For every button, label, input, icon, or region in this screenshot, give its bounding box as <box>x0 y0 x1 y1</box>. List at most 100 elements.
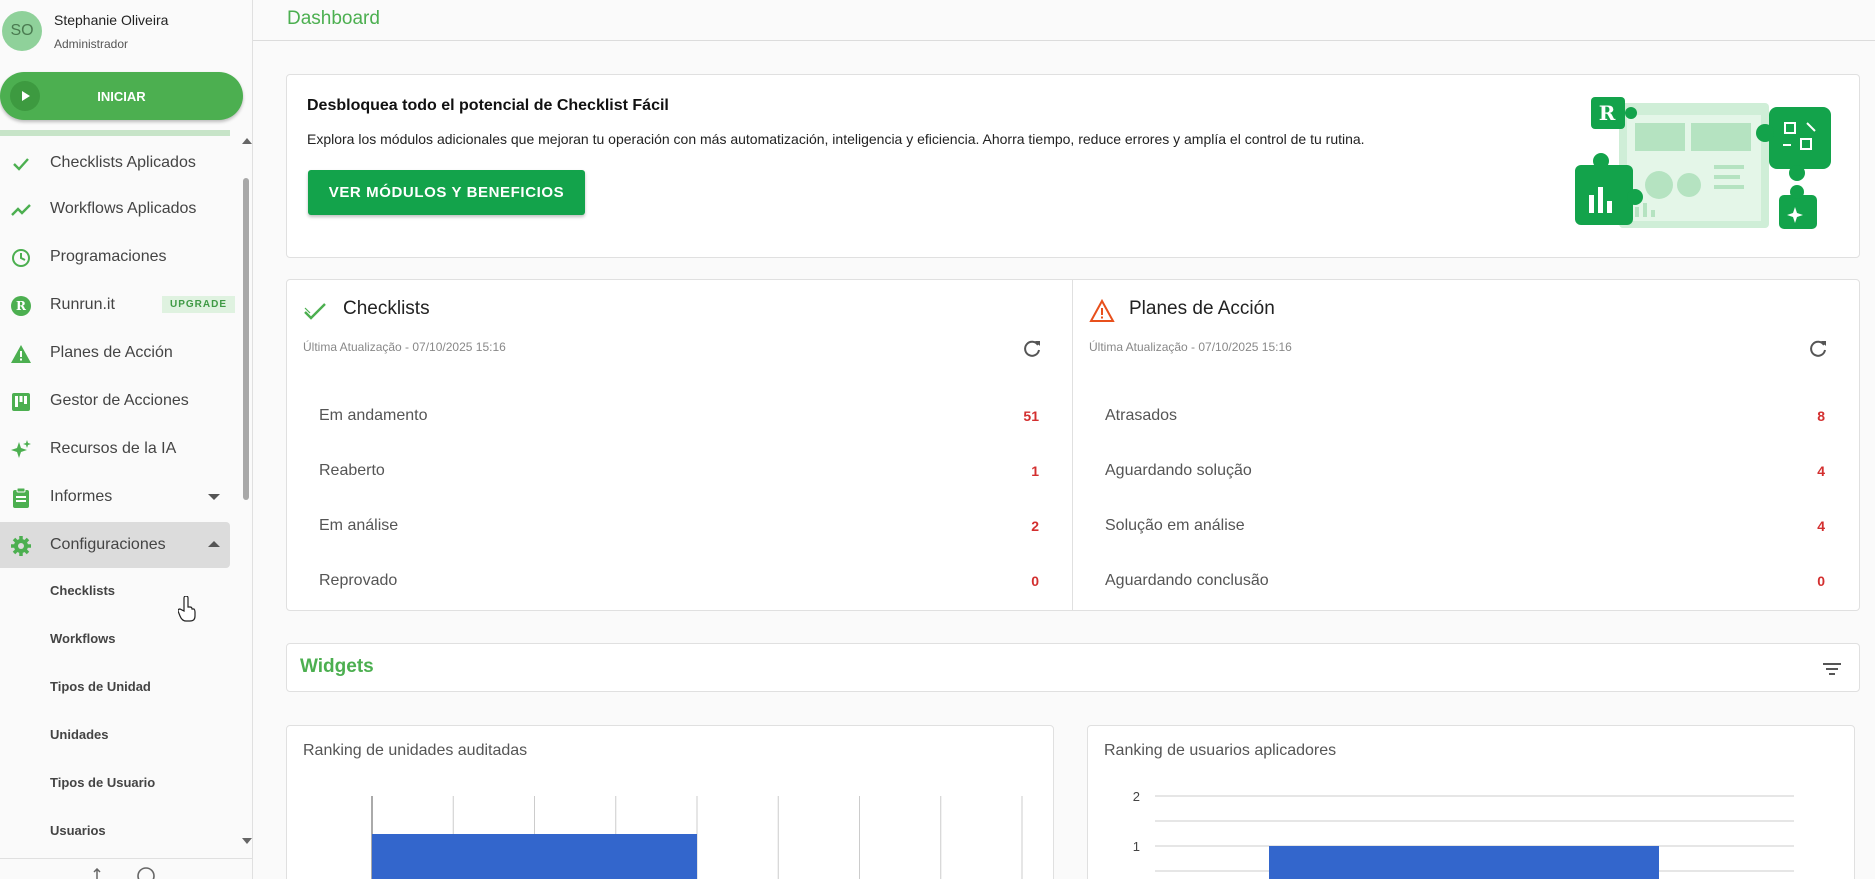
checklist-status-row[interactable]: Em análise 2 <box>319 507 1039 547</box>
users-ranking-svg: 21 <box>1133 789 1794 879</box>
status-label: Solução em análise <box>1105 517 1245 534</box>
promo-title: Desbloquea todo el potencial de Checklis… <box>307 97 669 114</box>
hand-cursor-icon <box>178 596 196 622</box>
avatar[interactable]: SO <box>2 11 42 51</box>
runrun-logo-icon: R <box>10 295 32 317</box>
sort-icon[interactable] <box>90 868 104 879</box>
units-ranking-svg <box>371 796 1023 879</box>
action-plan-status-row[interactable]: Aguardando conclusão 0 <box>1105 562 1825 602</box>
status-count: 2 <box>1031 518 1039 534</box>
sidebar: SO Stephanie Oliveira Administrador INIC… <box>0 0 253 879</box>
last-update-text: Última Atualização - 07/10/2025 15:16 <box>1089 340 1292 354</box>
sidebar-item-label: Informes <box>50 488 113 505</box>
status-overview: Checklists Última Atualização - 07/10/20… <box>286 279 1860 611</box>
action-plan-status-row[interactable]: Solução em análise 4 <box>1105 507 1825 547</box>
sidebar-item-runrun[interactable]: R Runrun.it UPGRADE <box>0 282 236 328</box>
action-plan-status-row[interactable]: Atrasados 8 <box>1105 397 1825 437</box>
view-modules-button[interactable]: VER MÓDULOS Y BENEFICIOS <box>308 170 585 215</box>
gear-icon <box>10 535 32 557</box>
check-icon <box>10 153 32 175</box>
widgets-header: Widgets <box>286 643 1860 692</box>
status-count: 4 <box>1817 518 1825 534</box>
checklists-panel-title: Checklists <box>343 298 430 319</box>
action-plans-panel: Planes de Acción Última Atualização - 07… <box>1072 280 1857 610</box>
trend-line-icon <box>10 199 32 221</box>
bar <box>372 834 697 879</box>
y-tick-label: 1 <box>1133 839 1140 854</box>
sparkle-icon <box>10 439 32 461</box>
status-label: Aguardando conclusão <box>1105 572 1269 589</box>
status-label: Reaberto <box>319 462 385 479</box>
chevron-up-icon[interactable] <box>208 541 220 547</box>
start-button[interactable]: INICIAR <box>0 72 243 120</box>
sub-item-workflows[interactable]: Workflows <box>50 631 116 646</box>
filter-icon[interactable] <box>1822 659 1842 679</box>
modules-illustration: R <box>1575 97 1831 229</box>
status-count: 8 <box>1817 408 1825 424</box>
clipboard-icon <box>10 487 32 509</box>
upgrade-badge[interactable]: UPGRADE <box>162 296 236 313</box>
kanban-icon <box>10 391 32 413</box>
promo-banner: Desbloquea todo el potencial de Checklis… <box>286 74 1860 258</box>
sidebar-item-label: Planes de Acción <box>50 344 173 361</box>
sidebar-item-checklists-aplicados[interactable]: Checklists Aplicados <box>0 140 230 186</box>
sub-item-tipos-de-usuario[interactable]: Tipos de Usuario <box>50 775 155 790</box>
action-plans-panel-title: Planes de Acción <box>1129 298 1275 319</box>
status-label: Reprovado <box>319 572 398 589</box>
sub-item-usuarios[interactable]: Usuarios <box>50 823 106 838</box>
scrollbar-thumb[interactable] <box>243 178 249 500</box>
sidebar-item-label: Recursos de la IA <box>50 440 177 457</box>
users-ranking-chart: Ranking de usuarios aplicadores 21 <box>1087 725 1855 879</box>
sidebar-item-programaciones[interactable]: Programaciones <box>0 234 230 280</box>
user-profile[interactable]: SO Stephanie Oliveira Administrador <box>0 0 252 60</box>
sub-item-checklists[interactable]: Checklists <box>50 583 115 598</box>
sub-item-tipos-de-unidad[interactable]: Tipos de Unidad <box>50 679 151 694</box>
checklist-status-row[interactable]: Reprovado 0 <box>319 562 1039 602</box>
sidebar-item-gestor-de-acciones[interactable]: Gestor de Acciones <box>0 378 230 424</box>
sidebar-footer <box>0 858 252 879</box>
chevron-down-icon[interactable] <box>208 494 220 500</box>
sidebar-item-informes[interactable]: Informes <box>0 474 230 520</box>
status-count: 4 <box>1817 463 1825 479</box>
sidebar-item-recursos-ia[interactable]: Recursos de la IA <box>0 426 230 472</box>
action-plan-status-row[interactable]: Aguardando solução 4 <box>1105 452 1825 492</box>
status-label: Em análise <box>319 517 399 534</box>
page-title: Dashboard <box>287 8 380 29</box>
status-count: 51 <box>1023 408 1039 424</box>
top-bar: Dashboard <box>253 0 1875 41</box>
scroll-down-arrow-icon[interactable] <box>242 838 252 844</box>
svg-text:R: R <box>16 299 27 313</box>
widgets-title: Widgets <box>300 656 374 677</box>
sidebar-item-configuraciones[interactable]: Configuraciones <box>0 522 230 568</box>
sidebar-item-workflows-aplicados[interactable]: Workflows Aplicados <box>0 186 230 232</box>
warning-icon <box>10 343 32 365</box>
sidebar-item-label: Configuraciones <box>50 536 166 553</box>
user-name: Stephanie Oliveira <box>54 12 169 28</box>
status-label: Atrasados <box>1105 407 1178 424</box>
checklist-status-row[interactable]: Reaberto 1 <box>319 452 1039 492</box>
sidebar-item-label: Gestor de Acciones <box>50 392 189 409</box>
status-count: 0 <box>1031 573 1039 589</box>
checklist-status-row[interactable]: Em andamento 51 <box>319 397 1039 437</box>
help-icon[interactable] <box>136 866 156 879</box>
main-content: Dashboard Desbloquea todo el potencial d… <box>253 0 1875 879</box>
user-role: Administrador <box>54 37 129 51</box>
sidebar-item-label: Programaciones <box>50 248 167 265</box>
nav-divider <box>0 130 230 136</box>
promo-description: Explora los módulos adicionales que mejo… <box>307 131 1365 147</box>
sidebar-item-planes-de-accion[interactable]: Planes de Acción <box>0 330 230 376</box>
refresh-icon[interactable] <box>1807 338 1829 360</box>
sidebar-scrollbar[interactable] <box>240 130 252 852</box>
scroll-up-arrow-icon[interactable] <box>242 138 252 144</box>
start-button-label: INICIAR <box>97 88 146 104</box>
y-tick-label: 2 <box>1133 789 1140 804</box>
warning-outline-icon <box>1089 298 1115 322</box>
status-label: Aguardando solução <box>1105 462 1252 479</box>
status-count: 0 <box>1817 573 1825 589</box>
svg-text:R: R <box>1599 101 1616 125</box>
play-icon <box>10 81 40 111</box>
sub-item-unidades[interactable]: Unidades <box>50 727 109 742</box>
refresh-icon[interactable] <box>1021 338 1043 360</box>
last-update-text: Última Atualização - 07/10/2025 15:16 <box>303 340 506 354</box>
double-check-icon <box>304 303 326 320</box>
